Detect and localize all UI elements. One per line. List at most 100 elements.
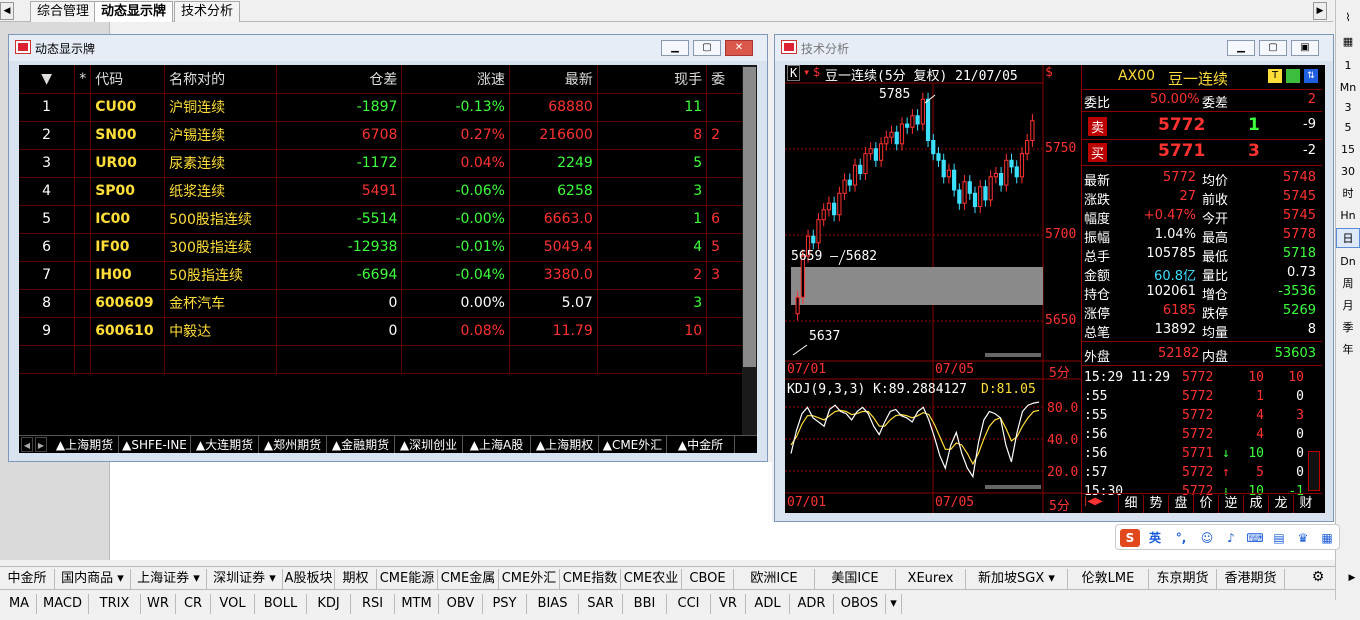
sheet-tab[interactable]: ▲CME外汇 [599,436,667,453]
sheet-tab[interactable]: ▲SHFE-INE [119,436,191,453]
sheet-tab[interactable]: ▲大连期货 [191,436,259,453]
indicator-button[interactable]: BOLL [255,594,307,614]
settings-gear-icon[interactable]: ⚙ [1308,569,1328,587]
volume-column-header[interactable]: 现手 [597,65,708,94]
sheet-tab[interactable]: ▲中金所 [667,436,735,453]
emoji-icon[interactable]: ☺ [1198,529,1216,547]
indicator-button[interactable]: BIAS [527,594,579,614]
panel-tab[interactable]: 成 [1243,495,1268,513]
indicator-button[interactable]: CR [176,594,211,614]
refresh-icon[interactable] [1286,69,1300,83]
indicator-button[interactable]: VOL [211,594,255,614]
market-category-button[interactable]: CBOE [682,569,734,589]
ask-row[interactable]: 卖 5772 1 -9 [1082,115,1322,137]
sheet-tab[interactable]: ▲上海期权 [531,436,599,453]
market-category-button[interactable]: XEurex [896,569,966,589]
minimize-button[interactable]: ▁ [1227,40,1255,56]
table-row[interactable]: 5 IC00 500股指连续 -5514 -0.00% 6663.0 1 6 [19,205,757,234]
table-row[interactable]: 7 IH00 50股指连续 -6694 -0.04% 3380.0 2 3 [19,261,757,290]
scrollbar-thumb[interactable] [743,67,756,367]
period-button[interactable]: 15 [1336,140,1360,160]
indicator-button[interactable]: RSI [351,594,395,614]
table-row[interactable]: 1 CU00 沪铜连续 -1897 -0.13% 68880 11 [19,93,757,122]
indicator-more-icon[interactable]: ▾ [886,594,902,614]
panel-tab[interactable]: 逆 [1218,495,1243,513]
period-button[interactable]: 3 [1336,98,1360,118]
tick-scrollbar[interactable] [1308,451,1320,491]
sheet-next-button[interactable]: ▶ [35,437,47,452]
window-titlebar[interactable]: 技术分析 ▁ ▢ ▣ [775,35,1333,61]
indicator-button[interactable]: ADL [746,594,790,614]
tab-comprehensive[interactable]: 综合管理 [30,1,97,22]
kline-chart-icon[interactable]: ▦ [1336,32,1360,52]
table-row[interactable]: 9 600610 中毅达 0 0.08% 11.79 10 [19,317,757,346]
toolbox-icon[interactable]: ▤ [1270,529,1288,547]
sheet-tab[interactable]: ▲上海期货 [51,436,119,453]
minimize-button[interactable]: ▁ [661,40,689,56]
table-row[interactable]: 3 UR00 尿素连续 -1172 0.04% 2249 5 [19,149,757,178]
market-category-button[interactable]: 上海证券 ▾ [131,569,207,589]
market-category-button[interactable]: 美国ICE [815,569,896,589]
last-price-column-header[interactable]: 最新 [509,65,598,94]
tab-technical-analysis[interactable]: 技术分析 [174,1,241,22]
indicator-button[interactable]: SAR [579,594,623,614]
market-category-button[interactable]: 欧洲ICE [734,569,815,589]
market-category-button[interactable]: CME金属 [438,569,499,589]
indicator-button[interactable]: OBV [439,594,483,614]
tab-scroll-right-button[interactable]: ▶ [1313,2,1327,20]
chart-type-button[interactable]: K [787,65,801,81]
sogou-logo-icon[interactable]: S [1120,529,1140,547]
close-button[interactable]: ✕ [725,40,753,56]
star-column-header[interactable]: * [74,65,92,94]
period-button[interactable]: 5 [1336,118,1360,138]
market-category-button[interactable]: 伦敦LME [1068,569,1149,589]
panel-tab[interactable]: 盘 [1168,495,1193,513]
period-button[interactable]: 1 [1336,56,1360,76]
period-button[interactable]: 周 [1336,274,1360,294]
panel-nav-arrows[interactable]: |◀▶ [1084,496,1103,507]
market-category-button[interactable]: 期权 [335,569,377,589]
market-category-button[interactable]: 中金所 [0,569,55,589]
maximize-button[interactable]: ▢ [693,40,721,56]
sort-arrows-icon[interactable]: ⇅ [1304,69,1318,83]
market-category-button[interactable]: 深圳证券 ▾ [207,569,283,589]
sheet-tab[interactable]: ▲金融期货 [327,436,395,453]
table-row[interactable]: 2 SN00 沪锡连续 6708 0.27% 216600 8 2 [19,121,757,150]
toggle-t-icon[interactable]: T [1268,69,1282,83]
table-row[interactable]: 6 IF00 300股指连续 -12938 -0.01% 5049.4 4 5 [19,233,757,262]
bar-scroll-right-button[interactable]: ▶ [1346,569,1358,587]
indicator-button[interactable]: MACD [37,594,89,614]
period-button[interactable]: 时 [1336,184,1360,204]
panel-tab[interactable]: 价 [1193,495,1218,513]
panel-tab[interactable]: 财 [1293,495,1318,513]
indicator-button[interactable]: TRIX [89,594,141,614]
market-category-button[interactable]: CME外汇 [499,569,560,589]
maximize-button[interactable]: ▢ [1259,40,1287,56]
period-button[interactable]: Hn [1336,206,1360,226]
ime-language-toggle[interactable]: 英 [1146,529,1164,547]
indicator-button[interactable]: WR [141,594,176,614]
name-column-header[interactable]: 名称对的 [164,65,277,94]
period-button[interactable]: Mn [1336,78,1360,98]
position-diff-column-header[interactable]: 仓差 [276,65,403,94]
indicator-button[interactable]: CCI [667,594,711,614]
period-button[interactable]: 月 [1336,296,1360,316]
indicator-button[interactable]: VR [711,594,746,614]
indicator-button[interactable]: MTM [395,594,439,614]
window-titlebar[interactable]: 动态显示牌 ▁ ▢ ✕ [9,35,767,61]
keyboard-icon[interactable]: ⌨ [1246,529,1264,547]
punctuation-icon[interactable]: °, [1172,529,1190,547]
chart-menu-icon[interactable]: ▾ [803,65,810,79]
candlestick-chart[interactable] [785,65,1081,513]
tab-scroll-left-button[interactable]: ◀ [0,2,14,20]
period-button-selected[interactable]: 日 [1336,228,1360,248]
dollar-icon[interactable]: $ [813,65,820,79]
indicator-button[interactable]: BBI [623,594,667,614]
period-button[interactable]: Dn [1336,252,1360,272]
panel-tab[interactable]: 龙 [1268,495,1293,513]
market-category-button[interactable]: CME指数 [560,569,621,589]
market-category-button[interactable]: CME能源 [377,569,438,589]
code-column-header[interactable]: 代码 [90,65,166,94]
market-category-button[interactable]: A股板块 [283,569,335,589]
sheet-tab[interactable]: ▲郑州期货 [259,436,327,453]
